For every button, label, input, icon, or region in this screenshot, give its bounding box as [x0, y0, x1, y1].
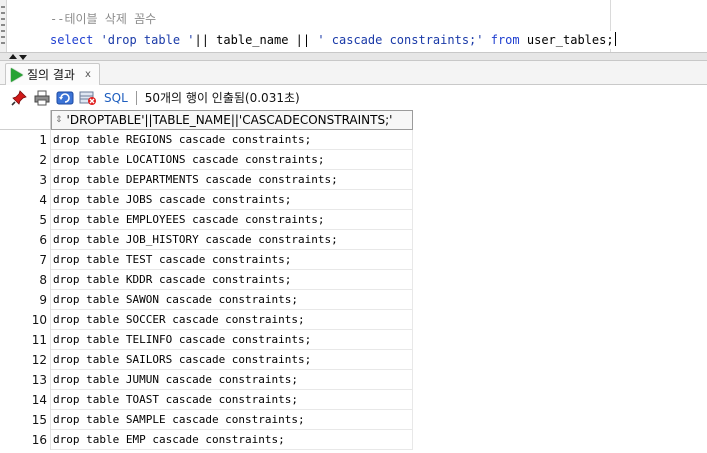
table-row[interactable]: 5 drop table EMPLOYEES cascade constraint… [0, 210, 413, 230]
table-cell[interactable]: drop table TOAST cascade constraints; [51, 390, 413, 410]
print-icon[interactable] [33, 89, 51, 107]
gutter-mark [1, 42, 5, 44]
table-row[interactable]: 4 drop table JOBS cascade constraints; [0, 190, 413, 210]
expand-down-icon[interactable] [19, 55, 27, 60]
table-row[interactable]: 16 drop table EMP cascade constraints; [0, 430, 413, 450]
sql-token: select [50, 33, 101, 47]
row-number[interactable]: 8 [0, 270, 51, 290]
table-cell[interactable]: drop table TELINFO cascade constraints; [51, 330, 413, 350]
table-cell[interactable]: drop table DEPARTMENTS cascade constrain… [51, 170, 413, 190]
table-cell[interactable]: drop table EMPLOYEES cascade constraints… [51, 210, 413, 230]
table-row[interactable]: 2 drop table LOCATIONS cascade constraint… [0, 150, 413, 170]
gutter-mark [1, 24, 5, 26]
table-cell[interactable]: drop table JOB_HISTORY cascade constrain… [51, 230, 413, 250]
grid-rows: 1 drop table REGIONS cascade constraints;… [0, 130, 413, 450]
row-number[interactable]: 15 [0, 410, 51, 430]
table-cell[interactable]: drop table REGIONS cascade constraints; [51, 130, 413, 150]
fetch-status-text: 50개의 행이 인출됨(0.031초) [144, 91, 300, 105]
toolbar-separator [135, 90, 137, 105]
pin-icon[interactable] [10, 89, 28, 107]
row-number[interactable]: 11 [0, 330, 51, 350]
row-number[interactable]: 5 [0, 210, 51, 230]
table-row[interactable]: 14 drop table TOAST cascade constraints; [0, 390, 413, 410]
result-tab-bar: 질의 결과 x [0, 61, 707, 85]
tab-close-icon[interactable]: x [85, 69, 91, 80]
run-triangle-icon [11, 67, 23, 82]
row-number[interactable]: 4 [0, 190, 51, 210]
table-cell[interactable]: drop table EMP cascade constraints; [51, 430, 413, 450]
sql-token: from [490, 33, 520, 47]
pane-splitter[interactable] [0, 52, 707, 61]
grid-header: ⇕ 'DROPTABLE'||TABLE_NAME||'CASCADECONST… [0, 110, 413, 130]
gutter-mark [1, 36, 5, 38]
table-cell[interactable]: drop table JUMUN cascade constraints; [51, 370, 413, 390]
table-row[interactable]: 3 drop table DEPARTMENTS cascade constrai… [0, 170, 413, 190]
table-row[interactable]: 13 drop table JUMUN cascade constraints; [0, 370, 413, 390]
gutter-mark [1, 30, 5, 32]
table-cell[interactable]: drop table SAMPLE cascade constraints; [51, 410, 413, 430]
table-cell[interactable]: drop table JOBS cascade constraints; [51, 190, 413, 210]
table-cell[interactable]: drop table LOCATIONS cascade constraints… [51, 150, 413, 170]
column-header-label: 'DROPTABLE'||TABLE_NAME||'CASCADECONSTRA… [66, 113, 393, 127]
sql-token: || table_name || [194, 33, 318, 47]
editor-gutter [0, 0, 7, 52]
table-cell[interactable]: drop table SAWON cascade constraints; [51, 290, 413, 310]
sql-view-button[interactable]: SQL [104, 91, 128, 105]
tab-query-result-label: 질의 결과 [27, 68, 75, 82]
row-number[interactable]: 13 [0, 370, 51, 390]
row-number[interactable]: 6 [0, 230, 51, 250]
text-caret [614, 32, 616, 46]
sort-icon[interactable]: ⇕ [55, 115, 63, 125]
table-row[interactable]: 12 drop table SAILORS cascade constraints… [0, 350, 413, 370]
row-number[interactable]: 2 [0, 150, 51, 170]
column-header[interactable]: ⇕ 'DROPTABLE'||TABLE_NAME||'CASCADECONST… [51, 110, 413, 130]
sql-comment-line[interactable]: --테이블 삭제 꼼수 [50, 11, 156, 27]
row-number[interactable]: 14 [0, 390, 51, 410]
row-number[interactable]: 12 [0, 350, 51, 370]
row-number[interactable]: 1 [0, 130, 51, 150]
table-row[interactable]: 8 drop table KDDR cascade constraints; [0, 270, 413, 290]
gutter-mark [1, 6, 5, 8]
collapse-up-icon[interactable] [9, 54, 17, 59]
rownum-header [0, 110, 51, 130]
row-number[interactable]: 3 [0, 170, 51, 190]
table-row[interactable]: 6 drop table JOB_HISTORY cascade constrai… [0, 230, 413, 250]
row-number[interactable]: 7 [0, 250, 51, 270]
tab-query-result[interactable]: 질의 결과 x [5, 63, 100, 85]
result-toolbar: SQL 50개의 행이 인출됨(0.031초) [0, 85, 707, 110]
sql-editor[interactable]: --테이블 삭제 꼼수 select 'drop table '|| table… [0, 0, 707, 52]
table-cell[interactable]: drop table SOCCER cascade constraints; [51, 310, 413, 330]
table-row[interactable]: 11 drop table TELINFO cascade constraints… [0, 330, 413, 350]
table-row[interactable]: 9 drop table SAWON cascade constraints; [0, 290, 413, 310]
table-row[interactable]: 1 drop table REGIONS cascade constraints; [0, 130, 413, 150]
refresh-icon[interactable] [56, 89, 74, 107]
row-number[interactable]: 10 [0, 310, 51, 330]
table-cell[interactable]: drop table SAILORS cascade constraints; [51, 350, 413, 370]
table-row[interactable]: 15 drop table SAMPLE cascade constraints; [0, 410, 413, 430]
table-row[interactable]: 10 drop table SOCCER cascade constraints; [0, 310, 413, 330]
gutter-mark [1, 18, 5, 20]
table-cell[interactable]: drop table TEST cascade constraints; [51, 250, 413, 270]
gutter-mark [1, 12, 5, 14]
table-row[interactable]: 7 drop table TEST cascade constraints; [0, 250, 413, 270]
row-number[interactable]: 9 [0, 290, 51, 310]
row-number[interactable]: 16 [0, 430, 51, 450]
result-grid[interactable]: ⇕ 'DROPTABLE'||TABLE_NAME||'CASCADECONST… [0, 110, 707, 453]
table-cell[interactable]: drop table KDDR cascade constraints; [51, 270, 413, 290]
sql-token: 'drop table ' [100, 33, 195, 47]
sql-token: user_tables; [519, 33, 614, 47]
delete-icon[interactable] [79, 89, 97, 107]
sql-statement-line[interactable]: select 'drop table '|| table_name || ' c… [50, 32, 616, 48]
sql-token: ' cascade constraints;' [317, 33, 484, 47]
